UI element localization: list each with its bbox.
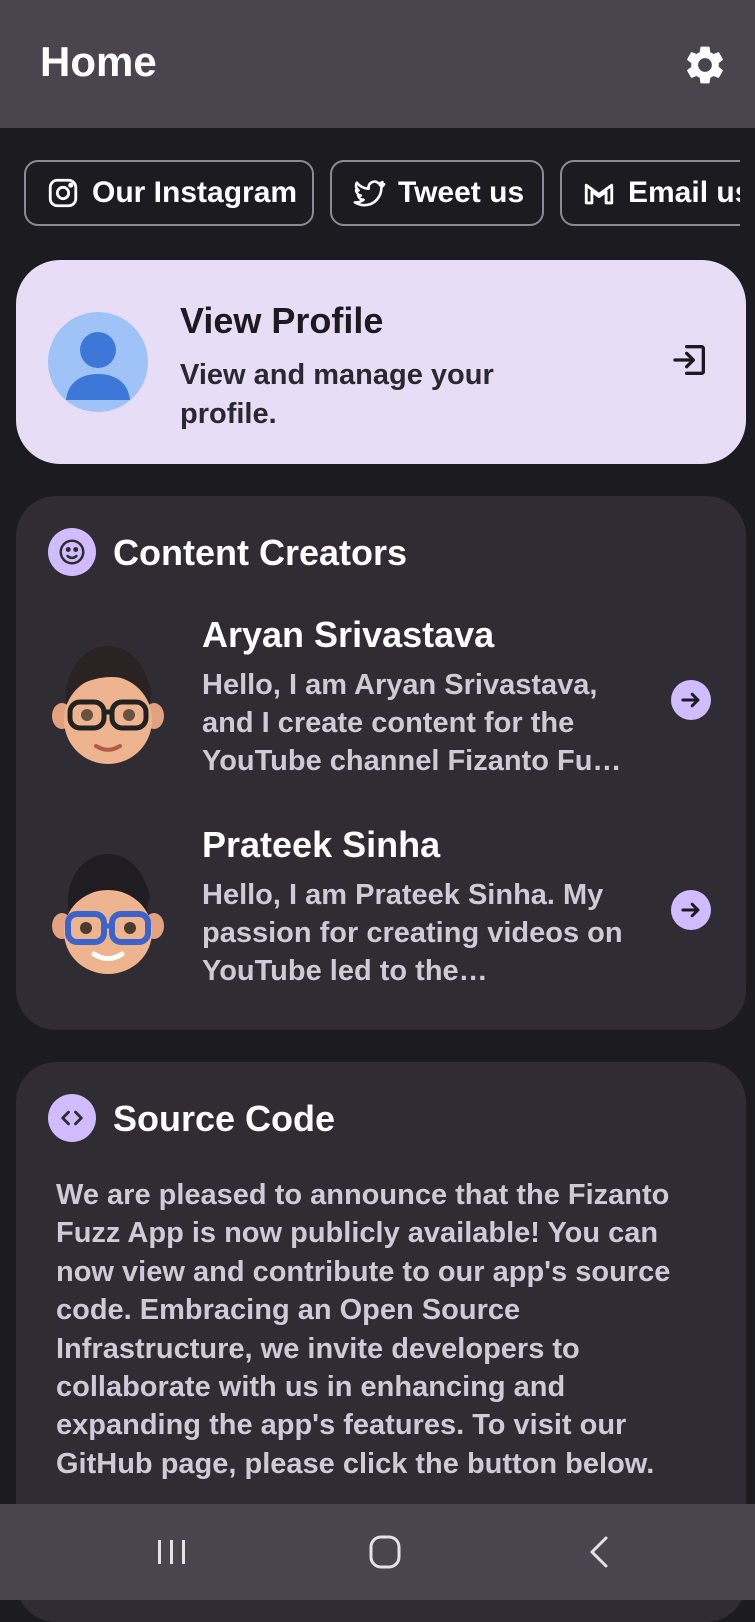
creator-description: Hello, I am Aryan Srivastava, and I crea… (202, 669, 622, 777)
creator-item[interactable]: Aryan Srivastava Hello, I am Aryan Sriva… (16, 614, 746, 794)
creator-name: Prateek Sinha (202, 824, 441, 865)
profile-subtitle: View and manage your profile. (180, 359, 494, 430)
top-app-bar: Home (0, 0, 755, 128)
code-icon (48, 1094, 96, 1142)
system-navigation-bar (0, 1504, 755, 1600)
page-title: Home (40, 38, 157, 85)
smiley-icon (48, 528, 96, 576)
gear-icon[interactable] (682, 42, 728, 88)
source-code-description: We are pleased to announce that the Fiza… (56, 1179, 671, 1480)
exit-arrow-icon[interactable] (670, 340, 710, 380)
creator-item[interactable]: Prateek Sinha Hello, I am Prateek Sinha.… (16, 824, 746, 1004)
social-chips-row: Our Instagram Tweet us Email us (24, 160, 740, 228)
view-profile-card[interactable]: View Profile View and manage your profil… (16, 260, 746, 464)
email-chip[interactable]: Email us (560, 160, 740, 226)
twitter-icon (353, 180, 386, 207)
profile-title: View Profile (180, 300, 384, 341)
chip-label: Our Instagram (92, 176, 298, 209)
home-icon[interactable] (365, 1534, 405, 1570)
person-icon (66, 332, 130, 400)
chip-label: Email us (628, 176, 740, 209)
chip-label: Tweet us (398, 176, 525, 209)
instagram-icon (48, 178, 78, 208)
memoji-avatar (52, 646, 164, 764)
creator-name: Aryan Srivastava (202, 614, 495, 655)
memoji-avatar (52, 854, 164, 974)
twitter-chip[interactable]: Tweet us (330, 160, 544, 226)
instagram-chip[interactable]: Our Instagram (24, 160, 314, 226)
recent-apps-icon[interactable] (152, 1534, 192, 1570)
content-creators-card: Content Creators Aryan Srivastava Hello,… (16, 496, 746, 1030)
back-icon[interactable] (580, 1534, 620, 1570)
section-title: Content Creators (113, 532, 408, 573)
section-title: Source Code (113, 1098, 336, 1139)
arrow-right-icon[interactable] (671, 680, 711, 720)
arrow-right-icon[interactable] (671, 890, 711, 930)
creator-description: Hello, I am Prateek Sinha. My passion fo… (202, 879, 623, 987)
gmail-icon (584, 183, 614, 205)
avatar (48, 312, 148, 412)
